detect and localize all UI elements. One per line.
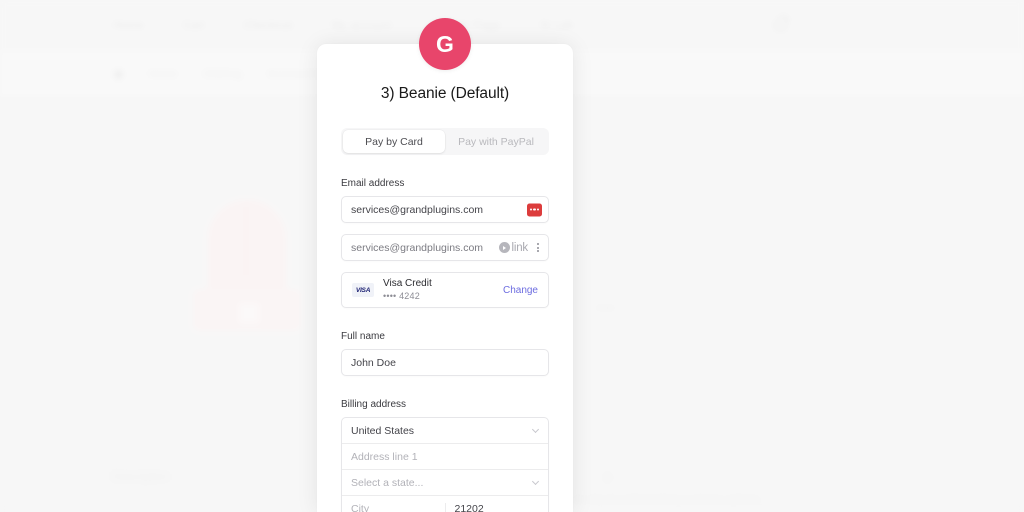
city-placeholder: City	[351, 503, 370, 512]
full-name-field[interactable]: John Doe	[341, 349, 549, 376]
saved-card-name: Visa Credit	[383, 277, 432, 289]
saved-card-row[interactable]: VISA Visa Credit •••• 4242 Change	[341, 272, 549, 308]
email-label: Email address	[341, 178, 405, 189]
chevron-down-icon	[531, 477, 540, 486]
email-field[interactable]: services@grandplugins.com	[341, 196, 549, 223]
address-line1-input[interactable]: Address line 1	[342, 444, 548, 470]
full-name-label: Full name	[341, 331, 385, 342]
email-value: services@grandplugins.com	[351, 203, 484, 216]
city-input[interactable]: City	[342, 503, 446, 512]
checkout-modal: 3) Beanie (Default) Pay by Card Pay with…	[317, 44, 573, 512]
state-select[interactable]: Select a state...	[342, 470, 548, 496]
link-logo-icon	[498, 242, 510, 253]
saved-card-digits: •••• 4242	[383, 291, 420, 302]
billing-address-label: Billing address	[341, 399, 407, 410]
kebab-menu-icon[interactable]	[535, 241, 541, 254]
address-line1-placeholder: Address line 1	[351, 450, 418, 463]
state-placeholder: Select a state...	[351, 476, 424, 489]
avatar: G	[419, 18, 471, 70]
full-name-value: John Doe	[351, 356, 396, 369]
billing-address-group: United States Address line 1 Select a st…	[341, 417, 549, 512]
payment-method-tabs: Pay by Card Pay with PayPal	[341, 128, 549, 155]
tab-pay-by-card[interactable]: Pay by Card	[343, 130, 445, 153]
saved-card-info: Visa Credit •••• 4242	[383, 277, 503, 304]
page-title: 3) Beanie (Default)	[380, 85, 510, 102]
zip-input[interactable]: 21202	[446, 503, 549, 512]
link-account-row[interactable]: services@grandplugins.com link	[341, 234, 549, 261]
city-zip-row: City 21202	[342, 496, 548, 512]
link-brand-badge: link	[498, 241, 529, 254]
link-account-email: services@grandplugins.com	[351, 241, 484, 254]
password-manager-icon[interactable]	[527, 203, 542, 216]
chevron-down-icon	[531, 425, 540, 434]
link-brand-label: link	[511, 241, 529, 254]
tab-pay-with-paypal[interactable]: Pay with PayPal	[445, 130, 547, 153]
visa-logo-icon: VISA	[352, 283, 374, 297]
country-value: United States	[351, 424, 415, 437]
change-card-link[interactable]: Change	[503, 285, 538, 296]
zip-value: 21202	[454, 503, 484, 512]
country-select[interactable]: United States	[342, 418, 548, 444]
